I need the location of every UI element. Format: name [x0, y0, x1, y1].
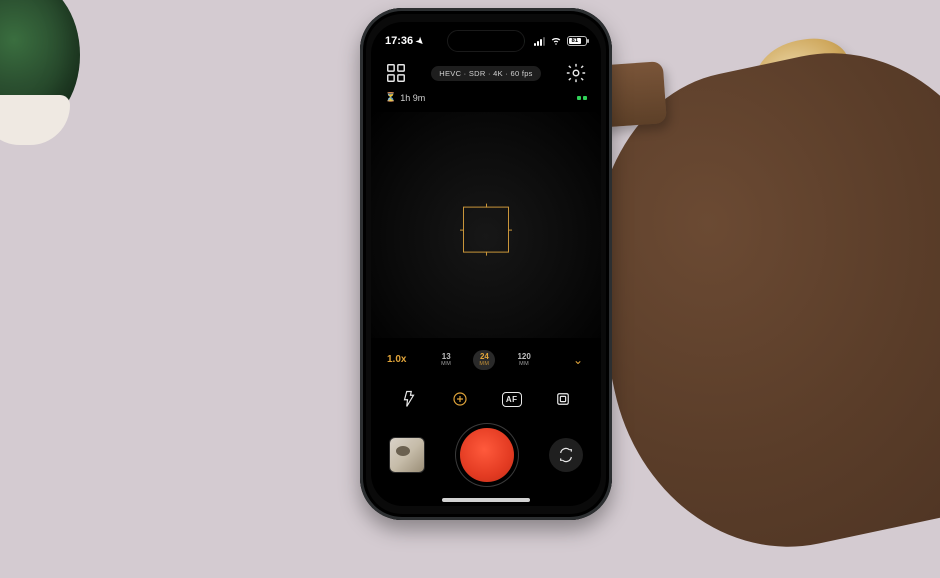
battery-level: 81 [569, 38, 581, 44]
recording-remaining: 1h 9m [400, 93, 425, 103]
phone-screen: 17:36 ➤ 81 HEVC · SDR · 4K · 60 fps [371, 22, 601, 506]
recording-info-row: ⏳ 1h 9m [385, 92, 587, 103]
lens-option-24mm[interactable]: 24 MM [473, 350, 495, 371]
hourglass-icon: ⏳ [385, 92, 396, 103]
exposure-button[interactable] [445, 384, 475, 414]
app-top-bar: HEVC · SDR · 4K · 60 fps [371, 58, 601, 88]
stabilization-button[interactable] [548, 384, 578, 414]
status-time: 17:36 [385, 35, 413, 47]
shutter-row [371, 422, 601, 488]
lens-option-13mm[interactable]: 13 MM [435, 350, 457, 371]
last-clip-thumbnail[interactable] [389, 437, 425, 473]
autofocus-button[interactable]: AF [497, 384, 527, 414]
lens-selector-row: 1.0x 13 MM 24 MM 120 MM ⌄ [371, 350, 601, 371]
battery-icon: 81 [567, 36, 587, 46]
camera-flip-button[interactable] [549, 438, 583, 472]
format-pill[interactable]: HEVC · SDR · 4K · 60 fps [431, 66, 540, 81]
cell-signal-icon [534, 37, 545, 46]
iphone-frame: 17:36 ➤ 81 HEVC · SDR · 4K · 60 fps [360, 8, 612, 520]
chevron-down-icon[interactable]: ⌄ [573, 353, 583, 367]
plant-pot [0, 95, 70, 145]
record-button[interactable] [460, 428, 514, 482]
camera-viewfinder[interactable] [371, 112, 601, 338]
dynamic-island [447, 30, 525, 52]
zoom-level[interactable]: 1.0x [387, 354, 406, 365]
library-grid-icon[interactable] [385, 62, 407, 84]
wifi-icon [550, 34, 562, 49]
flash-torch-button[interactable] [394, 384, 424, 414]
lens-option-120mm[interactable]: 120 MM [511, 350, 536, 371]
location-icon: ➤ [413, 34, 426, 47]
tool-row: AF [371, 384, 601, 414]
audio-level-icon [577, 96, 587, 100]
home-indicator[interactable] [442, 498, 530, 502]
focus-reticle[interactable] [463, 207, 509, 253]
settings-gear-icon[interactable] [565, 62, 587, 84]
